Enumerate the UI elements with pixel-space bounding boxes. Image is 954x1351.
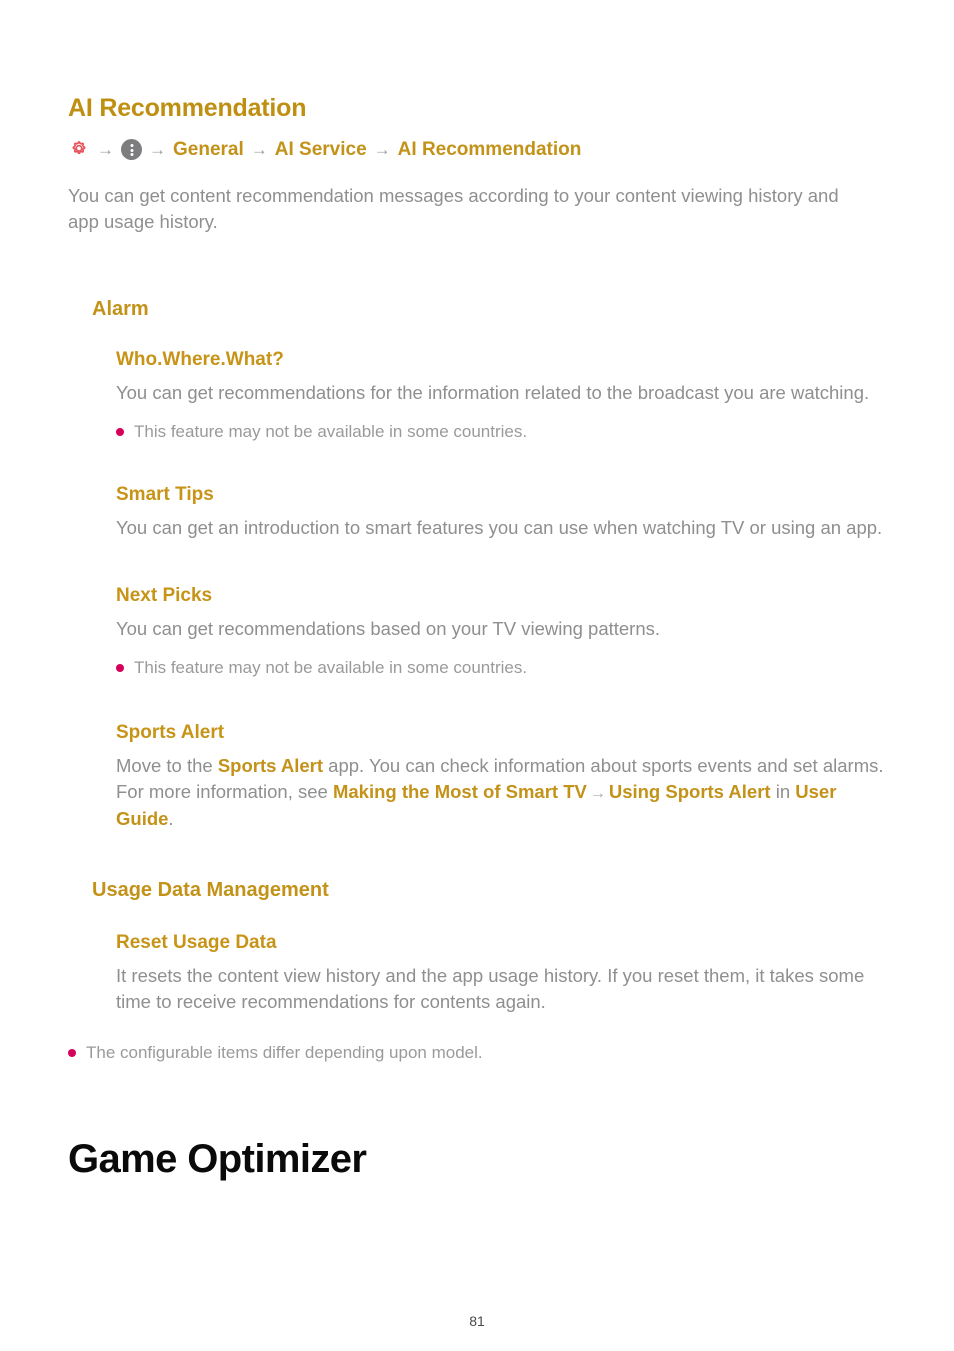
note-next-picks: This feature may not be available in som… — [116, 656, 889, 680]
breadcrumb-item-ai-service[interactable]: AI Service — [275, 139, 367, 161]
sports-alert-guide-link-1[interactable]: Making the Most of Smart TV — [333, 781, 587, 802]
breadcrumb-arrow: → — [373, 140, 391, 159]
sports-alert-app-link[interactable]: Sports Alert — [218, 755, 323, 776]
heading-alarm: Alarm — [92, 298, 149, 321]
breadcrumb: → → General → AI Service → AI Recommenda… — [68, 137, 889, 163]
bullet-icon — [116, 428, 124, 437]
alarm-group: Alarm Who.Where.What? You can get recomm… — [92, 297, 889, 832]
gear-icon — [68, 139, 90, 161]
heading-who-where-what: Who.Where.What? — [116, 349, 284, 371]
subsection-smart-tips: Smart Tips You can get an introduction t… — [116, 470, 889, 541]
heading-sports-alert: Sports Alert — [116, 721, 225, 743]
note-who-where-what: This feature may not be available in som… — [116, 420, 889, 444]
page-title: AI Recommendation — [68, 94, 307, 122]
sports-alert-line1-suffix: app. You can check information about spo… — [323, 754, 884, 776]
document-page: AI Recommendation → → General → AI Servi… — [0, 0, 954, 1351]
sports-alert-line2-suffix: . — [168, 807, 174, 829]
usage-data-group: Usage Data Management Reset Usage Data I… — [92, 858, 889, 1015]
body-sports-alert: Move to the Sports Alert app. You can ch… — [116, 753, 889, 832]
breadcrumb-item-general[interactable]: General — [173, 139, 244, 161]
sports-alert-line2-prefix: For more information, see — [116, 780, 333, 802]
heading-smart-tips: Smart Tips — [116, 483, 214, 505]
breadcrumb-item-ai-recommendation[interactable]: AI Recommendation — [398, 139, 582, 161]
subsection-who-where-what: Who.Where.What? You can get recommendati… — [116, 327, 889, 444]
breadcrumb-arrow: → — [149, 140, 166, 159]
note-configurable-items: The configurable items differ depending … — [68, 1041, 889, 1065]
note-text: This feature may not be available in som… — [134, 658, 528, 678]
heading-usage-data-management: Usage Data Management — [92, 878, 329, 901]
note-text: The configurable items differ depending … — [86, 1043, 483, 1063]
usage-data-items: Reset Usage Data It resets the content v… — [116, 908, 889, 1015]
heading-next-picks: Next Picks — [116, 584, 213, 606]
chapter-title-game-optimizer: Game Optimizer — [68, 1136, 367, 1181]
more-options-icon — [121, 139, 142, 160]
body-reset-usage-data: It resets the content view history and t… — [116, 964, 865, 1012]
subsection-sports-alert: Sports Alert Move to the Sports Alert ap… — [116, 706, 889, 832]
sports-alert-line1-prefix: Move to the — [116, 754, 218, 776]
note-text: This feature may not be available in som… — [134, 422, 528, 442]
inline-arrow: → — [589, 784, 606, 802]
breadcrumb-arrow: → — [97, 140, 114, 159]
section-intro-text: You can get content recommendation messa… — [68, 184, 839, 232]
heading-reset-usage-data: Reset Usage Data — [116, 931, 277, 953]
bullet-icon — [68, 1049, 76, 1058]
sports-alert-line2-mid: in — [770, 780, 796, 802]
alarm-items: Who.Where.What? You can get recommendati… — [116, 327, 889, 832]
sports-alert-guide-link-2[interactable]: Using Sports Alert — [609, 781, 771, 802]
breadcrumb-arrow: → — [250, 140, 268, 159]
body-who-where-what: You can get recommendations for the info… — [116, 381, 870, 403]
subsection-next-picks: Next Picks You can get recommendations b… — [116, 567, 889, 680]
page-number: 81 — [469, 1313, 485, 1329]
body-smart-tips: You can get an introduction to smart fea… — [116, 516, 883, 538]
body-next-picks: You can get recommendations based on you… — [116, 617, 661, 639]
bullet-icon — [116, 664, 124, 673]
